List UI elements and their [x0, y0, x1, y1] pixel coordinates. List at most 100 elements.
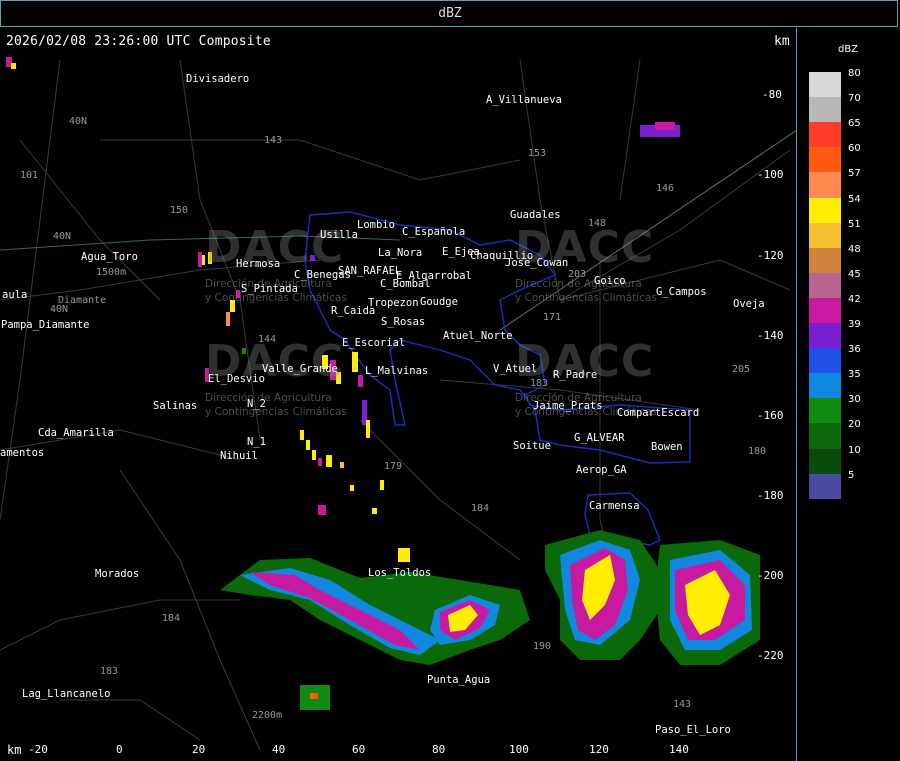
color-scale-swatch — [809, 122, 841, 148]
color-scale-label: 5 — [848, 469, 855, 481]
place-label: Bowen — [651, 441, 683, 453]
map-graphics — [0, 57, 797, 751]
route-number: 203 — [568, 269, 587, 280]
place-label: Salinas — [153, 400, 198, 412]
color-scale-label: 51 — [848, 218, 861, 230]
color-scale-label: 80 — [848, 68, 861, 79]
x-tick: 20 — [192, 743, 206, 756]
route-number: 143 — [673, 699, 692, 710]
color-scale-label: 35 — [848, 369, 861, 381]
route-number: 153 — [528, 148, 547, 159]
place-label: Morados — [95, 568, 140, 580]
place-label: Atuel_Norte — [443, 330, 513, 342]
place-label: Goico — [594, 275, 626, 287]
route-number: 183 — [530, 378, 549, 389]
place-label: E_Escorial — [342, 337, 406, 349]
route-number: 148 — [588, 218, 607, 229]
place-label: Paso_El_Loro — [655, 724, 731, 736]
color-scale-label: 48 — [848, 243, 861, 255]
color-scale-swatch — [809, 147, 841, 173]
color-scale-swatch — [809, 448, 841, 474]
color-scale-swatch — [809, 272, 841, 298]
color-scale-label: 30 — [848, 394, 861, 406]
route-number: 40N — [53, 231, 72, 242]
place-label: Divisadero — [186, 73, 250, 85]
route-number: 184 — [471, 503, 490, 514]
color-scale-swatch — [809, 473, 841, 499]
color-scale-label: 57 — [848, 168, 861, 180]
place-label: Goudge — [420, 296, 458, 308]
watermark-line2: y Contingencias Climáticas — [515, 292, 657, 304]
place-label: S_Pintada — [241, 283, 298, 295]
color-scale-swatch — [809, 222, 841, 248]
color-scale-swatch — [809, 323, 841, 349]
color-scale-swatch — [809, 247, 841, 273]
unit-label-top: km — [774, 34, 790, 49]
route-number: 183 — [100, 666, 119, 677]
color-scale-label: 60 — [848, 143, 861, 155]
y-tick: -80 — [762, 88, 782, 101]
y-tick: -200 — [757, 569, 784, 582]
place-label: Lag_Llancanelo — [22, 688, 111, 700]
route-number: 205 — [732, 364, 751, 375]
color-scale-label: 42 — [848, 293, 861, 305]
y-tick: -140 — [757, 329, 784, 342]
x-tick: 40 — [272, 743, 286, 756]
place-label: Pampa_Diamante — [1, 319, 90, 331]
color-scale-label: 39 — [848, 319, 861, 330]
color-scale-swatch — [809, 172, 841, 198]
x-tick: 120 — [589, 743, 609, 756]
color-scale-swatch — [809, 297, 841, 324]
place-label: V_Atuel — [493, 363, 538, 375]
legend-title: dBZ — [837, 44, 859, 55]
place-label: G_Campos — [656, 286, 707, 298]
y-tick: -160 — [757, 409, 784, 422]
place-label: A_Villanueva — [486, 94, 562, 106]
place-label: La_Nora — [378, 247, 423, 259]
color-scale-label: 36 — [848, 344, 861, 356]
color-scale-swatch — [809, 373, 841, 399]
route-number: 40N — [69, 116, 88, 127]
place-label: Carmensa — [589, 500, 640, 512]
x-tick: 0 — [116, 743, 123, 756]
place-label: C_Bombal — [380, 278, 431, 290]
color-scale-swatch — [809, 348, 841, 374]
color-scale-swatch — [809, 97, 841, 123]
y-tick: -120 — [757, 249, 784, 262]
place-label: Hermosa — [236, 258, 281, 270]
route-number: 171 — [543, 312, 562, 323]
x-tick: 60 — [352, 743, 366, 756]
x-tick: 80 — [432, 743, 446, 756]
place-label: Jose_Cowan — [505, 257, 569, 269]
color-scale-swatch — [809, 72, 841, 98]
color-scale-swatch — [809, 398, 841, 424]
route-number: 2200m — [252, 710, 283, 721]
place-label: N_1 — [247, 436, 266, 448]
color-scale-label: 54 — [848, 193, 861, 205]
place-label: Lombio — [357, 219, 395, 231]
place-label: Jaime_Prats — [533, 400, 603, 412]
route-number: 101 — [20, 170, 39, 181]
place-label: Tropezon — [368, 297, 419, 309]
place-label: C_Española — [402, 226, 466, 238]
place-label: amentos — [0, 447, 45, 459]
route-number: 144 — [258, 334, 277, 345]
place-label: Agua_Toro — [81, 251, 138, 263]
route-number: 184 — [162, 613, 181, 624]
route-number: 180 — [748, 446, 767, 457]
route-number: 146 — [656, 183, 675, 194]
color-scale — [809, 72, 841, 499]
route-number: 190 — [533, 641, 552, 652]
place-label: S_Rosas — [381, 316, 426, 328]
place-label: CompartEscard — [617, 407, 700, 419]
color-scale-swatch — [809, 197, 841, 223]
route-number: 179 — [384, 461, 403, 472]
place-label: L_Malvinas — [365, 365, 429, 377]
y-tick: -220 — [757, 649, 784, 662]
place-label: N_2 — [247, 398, 266, 410]
watermark-line2: y Contingencias Climáticas — [205, 406, 347, 418]
color-scale-label: 20 — [848, 419, 861, 431]
x-tick: 100 — [509, 743, 529, 756]
place-label: Usilla — [320, 229, 358, 241]
place-label: Oveja — [733, 298, 765, 310]
